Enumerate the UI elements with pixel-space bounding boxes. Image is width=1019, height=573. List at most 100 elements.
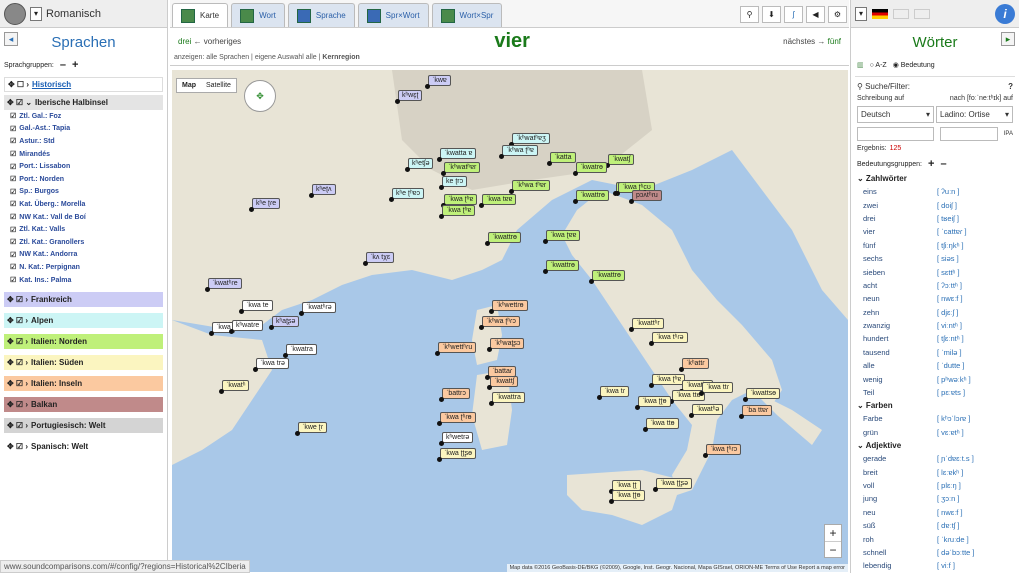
collapse-all-icon[interactable]: – [60,59,66,71]
map-marker[interactable]: ˈkwe ʈɾ [295,422,327,436]
map[interactable]: Map Satellite ✥ ˈkwɐ kʰwɛ̞ʈ ˈkʰwatʰɐʒ ˈkʰwa… [172,70,848,572]
study-dropdown-button[interactable]: ▾ [30,6,42,21]
word-label[interactable]: gerade [863,454,937,463]
map-marker[interactable]: ˈkwa trə [253,358,289,372]
checkbox-icon[interactable]: ☑ [10,213,16,221]
word-label[interactable]: wenig [863,375,937,384]
word-row[interactable]: tausend[ ˈmilə ] [851,346,1019,359]
sound-icon[interactable]: ◀ [806,6,825,23]
expand-all-icon[interactable]: + [72,59,78,71]
word-label[interactable]: vier [863,227,937,236]
ipa-icon[interactable]: ʃ [784,6,803,23]
prev-word-link[interactable]: drei ← vorheriges [178,37,241,46]
map-marker[interactable]: ˈkʰwatʰɐr [440,162,481,176]
language-group[interactable]: ✥ ☑ › Frankreich [4,292,163,308]
map-marker[interactable]: ˈkʰwatʰɐʒ [509,133,550,147]
word-label[interactable]: drei [863,214,937,223]
map-marker[interactable]: ˈkʰwaʈʂɔ [486,338,525,352]
map-marker[interactable]: ˈkwattrɵ [589,270,625,284]
map-marker[interactable]: ˈkʌ tχɛ [362,252,395,266]
language-group[interactable]: ✥ ☑ › Balkan [4,397,163,413]
info-icon[interactable]: i [995,4,1015,24]
zoom-out-button[interactable]: − [825,541,841,557]
language-group[interactable]: ✥ ☑ › Alpen [4,313,163,329]
checkbox-icon[interactable]: ☑ [10,226,16,234]
language-group[interactable]: ✥ ☑ › Italien: Süden [4,355,163,371]
map-marker[interactable]: ˈkwatra [283,344,317,358]
group-label[interactable]: Historisch [32,80,71,89]
map-marker[interactable]: ˈkwa ʈʰɾɔ [702,444,742,458]
flag-icon[interactable] [893,8,909,19]
settings-icon[interactable]: ✥ ☑ › [7,358,28,367]
logo-icon[interactable] [4,2,26,25]
map-marker[interactable]: ˈkwattrɵ [543,260,579,274]
map-marker[interactable]: ˈkwa ʈʈʂɵ [436,448,477,462]
word-label[interactable]: jung [863,494,937,503]
map-marker[interactable]: ˈkʰattɾ [679,358,709,372]
tab-word[interactable]: Wort [231,3,285,27]
word-row[interactable]: Teil[ pɛːɐts ] [851,386,1019,399]
map-type-map[interactable]: Map [177,79,201,92]
map-marker[interactable]: ˈkwa ʈʰɾɵ [437,412,476,426]
map-marker[interactable]: ˈkwa ʈɐɐ [542,230,581,244]
language-item[interactable]: ☑ Kat. Ins.: Palma [0,274,167,287]
help-icon[interactable]: ? [1008,82,1013,91]
map-marker[interactable]: kʰwatɾe [228,320,264,334]
word-label[interactable]: schnell [863,548,937,557]
tab-map[interactable]: Karte [172,3,229,27]
language-item[interactable]: ☑ Mirandés [0,148,167,161]
word-label[interactable]: sechs [863,254,937,263]
settings-icon[interactable]: ✥ ☐ › [8,80,29,89]
word-row[interactable]: alle[ ˈdutte ] [851,359,1019,372]
map-marker[interactable]: ˈkatta [547,152,576,166]
checkbox-icon[interactable]: ☑ [10,238,16,246]
word-row[interactable]: hundert[ tʃɛːntʰ ] [851,332,1019,345]
checkbox-icon[interactable]: ☑ [10,276,16,284]
map-marker[interactable]: ˈba ttɐɾ [738,405,773,419]
map-marker[interactable]: kʰeʈʌ [309,184,336,198]
word-label[interactable]: süß [863,521,937,530]
expand-all-icon[interactable]: + [928,158,934,170]
map-marker[interactable]: ˈkwatʰɾə [299,302,336,316]
map-marker[interactable]: ˈkwa te [239,300,273,314]
word-label[interactable]: Teil [863,388,937,397]
language-item[interactable]: ☑ Ztl. Kat.: Granollers [0,236,167,249]
map-marker[interactable]: ˈkʰwettɾɵ [489,300,528,314]
meaning-category[interactable]: ⌄ Adjektive [851,439,1019,452]
map-marker[interactable]: ˈkwa tɐɐ [478,194,517,208]
show-filter-bar[interactable]: anzeigen: alle Sprachen | eigene Auswahl… [170,54,849,66]
collapse-all-icon[interactable]: – [940,158,946,170]
checkbox-icon[interactable]: ☑ [10,175,16,183]
spelling-language-select[interactable]: Deutsch ▾ [857,106,934,123]
checkbox-icon[interactable]: ☑ [10,251,16,259]
map-marker[interactable]: ˈkʰwa ʈʰɐ [499,145,538,159]
checkbox-icon[interactable]: ☑ [10,188,16,196]
checkbox-icon[interactable]: ☑ [10,263,16,271]
word-label[interactable]: eins [863,187,937,196]
word-label[interactable]: hundert [863,334,937,343]
spelling-search-input[interactable] [857,127,934,141]
map-marker[interactable]: ˈkwa ttɾ [699,382,733,396]
map-marker[interactable]: ke ʈrɔ [438,176,468,190]
pan-control[interactable]: ✥ [244,80,276,112]
map-marker[interactable]: ˈkwattra [489,392,525,406]
settings-icon[interactable]: ✥ ☑ › [7,337,28,346]
checkbox-icon[interactable]: ☑ [10,150,16,158]
map-marker[interactable]: ˈkwa ʈʈɵ [635,396,671,410]
settings-icon[interactable]: ✥ ☑ › [7,400,28,409]
word-row[interactable]: voll[ plɛːŋ ] [851,479,1019,492]
word-row[interactable]: zwei[ doiʃ ] [851,198,1019,211]
tab-lang-x-word[interactable]: Spr×Wort [357,3,429,27]
word-label[interactable]: voll [863,481,937,490]
language-group[interactable]: ✥ ☑ › Portugiesisch: Welt [4,418,163,434]
settings-icon[interactable]: ✥ ☑ › [7,316,28,325]
language-item[interactable]: ☑ Port.: Lissabon [0,160,167,173]
map-marker[interactable]: ˈkwa ʈʈɵ [609,490,645,504]
word-label[interactable]: tausend [863,348,937,357]
word-label[interactable]: lebendig [863,561,937,570]
word-row[interactable]: süß[ dɐːtʃ ] [851,519,1019,532]
map-marker[interactable]: ˈkwa ʈʰɐ [438,205,476,219]
collapse-right-button[interactable]: ▸ [1001,32,1015,46]
map-marker[interactable]: ˈkwattsɵ [742,388,781,402]
word-row[interactable]: vier[ ˈcattɐɾ ] [851,225,1019,238]
